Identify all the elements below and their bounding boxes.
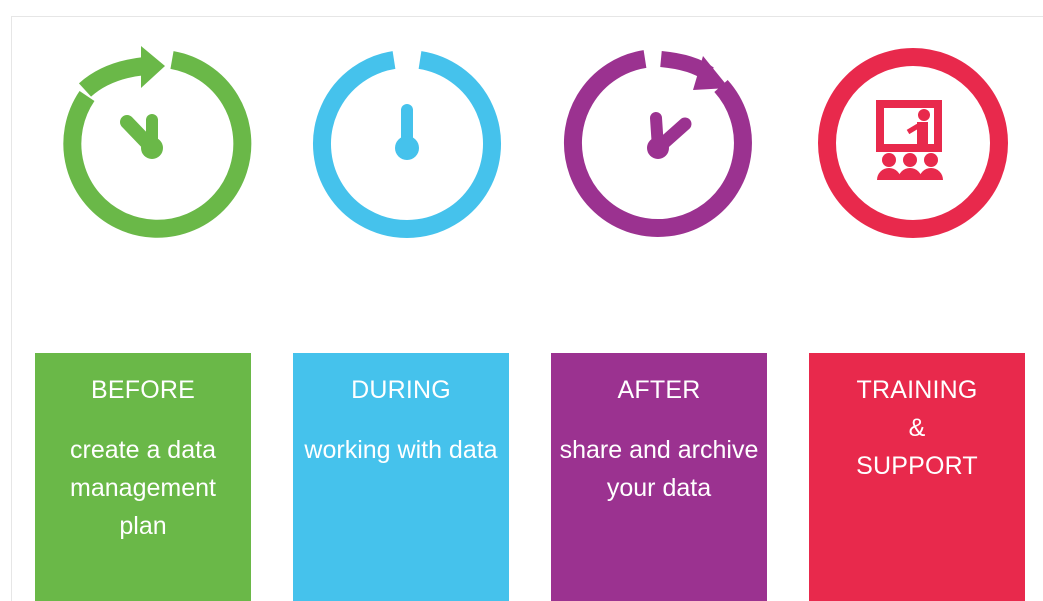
top-border <box>12 16 1043 17</box>
training-icon <box>808 38 1018 248</box>
after-description: share and archive your data <box>559 436 759 502</box>
after-card[interactable]: AFTER share and archive your data <box>551 353 767 601</box>
after-title: AFTER <box>617 376 701 404</box>
during-description: working with data <box>304 436 498 464</box>
before-clock-svg <box>63 46 252 238</box>
before-description: create a data management plan <box>70 436 216 540</box>
training-svg <box>818 48 1008 238</box>
training-title-line-2: & <box>908 414 926 442</box>
before-card[interactable]: BEFORE create a data management plan <box>35 353 251 601</box>
before-clock-icon <box>47 38 257 248</box>
during-title: DURING <box>351 376 451 404</box>
left-border <box>11 16 12 601</box>
training-title-line-1: TRAINING <box>856 376 978 404</box>
training-title: TRAINING & SUPPORT <box>809 371 1025 485</box>
during-card[interactable]: DURING working with data <box>293 353 509 601</box>
after-clock-icon <box>553 38 763 248</box>
during-clock-icon <box>302 38 512 248</box>
training-card[interactable]: TRAINING & SUPPORT <box>809 353 1025 601</box>
during-clock-svg <box>313 51 501 238</box>
before-title: BEFORE <box>91 376 195 404</box>
training-title-line-3: SUPPORT <box>856 452 978 480</box>
after-clock-svg <box>563 50 752 237</box>
